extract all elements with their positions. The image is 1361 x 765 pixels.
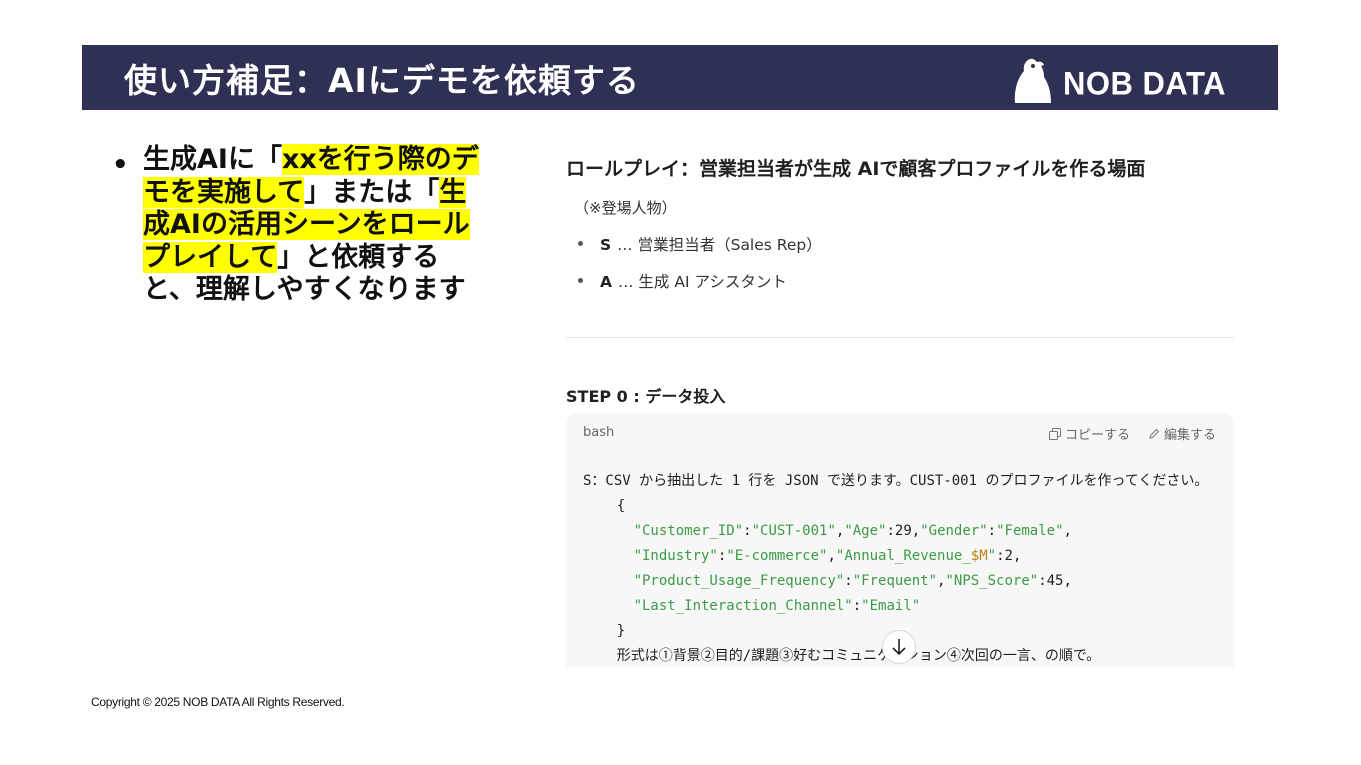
copy-button[interactable]: コピーする: [1048, 424, 1130, 443]
code-line: {: [616, 498, 626, 514]
json-value: 45: [1046, 573, 1064, 589]
copyright-footer: Copyright © 2025 NOB DATA All Rights Res…: [91, 695, 345, 709]
cast-key: A: [600, 273, 612, 291]
json-value: 29: [894, 523, 912, 539]
json-value: "E-commerce": [726, 548, 828, 564]
json-key: "Gender": [920, 523, 988, 539]
section-divider: [566, 337, 1234, 338]
cast-item-s: S … 営業担当者（Sales Rep）: [578, 233, 822, 270]
json-key: "NPS_Score": [945, 573, 1039, 589]
cast-note: （※登場人物）: [574, 199, 677, 217]
code-line: S：CSV から抽出した 1 行を JSON で送ります。CUST-001 のプ…: [583, 473, 1209, 489]
bullet-text: 生成AIに「xxを行う際のデモを実施して」または「生成AIの活用シーンをロールプ…: [143, 144, 482, 307]
json-value: "Frequent": [852, 573, 938, 589]
code-actions: コピーする 編集する: [1048, 424, 1216, 443]
cast-desc: … 営業担当者（Sales Rep）: [617, 236, 822, 254]
json-key: "Customer_ID": [633, 523, 744, 539]
json-key-var: $M: [970, 548, 988, 564]
nob-data-logo: NOB DATA: [1011, 57, 1226, 105]
code-line: }: [616, 623, 626, 639]
cast-list: S … 営業担当者（Sales Rep） A … 生成 AI アシスタント: [578, 233, 822, 307]
edit-label: 編集する: [1163, 428, 1216, 443]
bullet-marker: •: [112, 150, 129, 180]
arrow-down-icon: [892, 639, 906, 656]
bullet-part: 」または「: [304, 176, 440, 208]
tip-bullet: • 生成AIに「xxを行う際のデモを実施して」または「生成AIの活用シーンをロー…: [112, 144, 482, 307]
json-value: "Female": [996, 523, 1064, 539]
code-block: bash コピーする 編集する S：CSV から抽出した 1 行を JSON で…: [566, 413, 1234, 667]
chat-screenshot: ロールプレイ：営業担当者が生成 AIで顧客プロファイルを作る場面 （※登場人物）…: [566, 140, 1234, 667]
json-key: "Age": [844, 523, 887, 539]
json-value: 2: [1004, 548, 1013, 564]
json-key: "Last_Interaction_Channel": [633, 598, 853, 614]
step-heading: STEP 0 : データ投入: [566, 387, 726, 406]
cast-key: S: [600, 236, 612, 254]
edit-button[interactable]: 編集する: [1148, 424, 1216, 443]
bird-logo-icon: [1014, 58, 1051, 103]
cast-item-a: A … 生成 AI アシスタント: [578, 270, 822, 307]
pencil-icon: [1149, 428, 1160, 439]
slide-header: 使い方補足：AIにデモを依頼する NOB DATA: [82, 45, 1278, 110]
copy-icon: [1048, 427, 1061, 440]
code-line: 形式は①背景②目的/課題③好むコミュニケーション④次回の一言、の順で。: [616, 648, 1101, 664]
roleplay-heading: ロールプレイ：営業担当者が生成 AIで顧客プロファイルを作る場面: [566, 158, 1146, 180]
slide-title: 使い方補足：AIにデモを依頼する: [124, 61, 640, 100]
json-key: "Industry": [633, 548, 718, 564]
json-value: "Email": [861, 598, 921, 614]
json-key: "Product_Usage_Frequency": [633, 573, 845, 589]
code-language-label: bash: [583, 425, 615, 440]
cast-desc: … 生成 AI アシスタント: [618, 273, 787, 291]
copy-label: コピーする: [1064, 428, 1130, 443]
scroll-down-button[interactable]: [882, 630, 916, 664]
json-key: "Annual_Revenue_: [835, 548, 971, 564]
bullet-part: 生成AIに「: [143, 144, 282, 175]
json-key: ": [987, 548, 997, 564]
logo-text: NOB DATA: [1063, 65, 1226, 102]
json-value: "CUST-001": [751, 523, 836, 539]
